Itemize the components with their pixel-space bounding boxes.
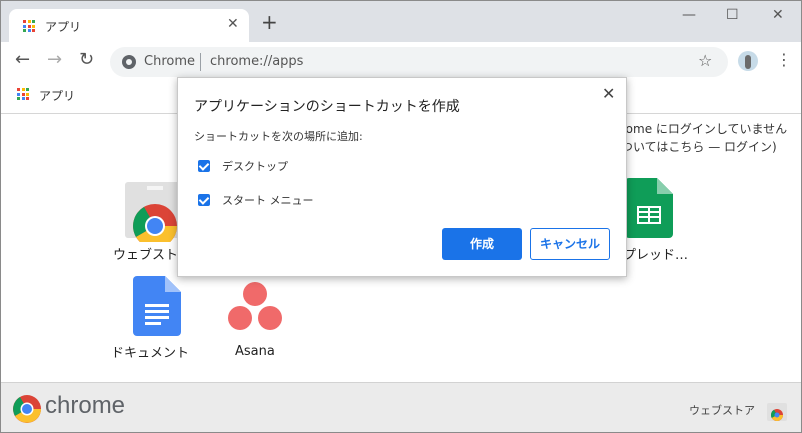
bookmark-star-icon[interactable]: ☆: [698, 51, 712, 70]
tab-apps[interactable]: アプリ ✕: [9, 9, 249, 42]
site-info-icon[interactable]: [122, 55, 136, 69]
address-bar[interactable]: Chrome chrome://apps ☆: [110, 47, 728, 77]
reload-button[interactable]: ↻: [79, 50, 94, 70]
profile-avatar[interactable]: [738, 51, 758, 71]
dialog-subtitle: ショートカットを次の場所に追加:: [194, 130, 363, 143]
google-docs-icon: [133, 276, 181, 336]
app-label: ドキュメント: [111, 346, 190, 361]
app-sheets[interactable]: プレッド…: [621, 178, 701, 268]
chrome-wordmark: chrome: [45, 392, 126, 419]
window-close-button[interactable]: ✕: [772, 7, 784, 23]
bookmark-apps-link[interactable]: アプリ: [39, 87, 75, 104]
signin-line-2[interactable]: ついてはこちら — ログイン): [621, 138, 787, 156]
create-shortcut-dialog: アプリケーションのショートカットを作成 ✕ ショートカットを次の場所に追加: デ…: [177, 77, 627, 277]
forward-button[interactable]: →: [47, 50, 62, 70]
startmenu-checkbox-label[interactable]: スタート メニュー: [222, 192, 314, 208]
desktop-checkbox[interactable]: [198, 160, 210, 172]
page-footer: chrome ウェブストア: [1, 382, 801, 432]
dialog-title: アプリケーションのショートカットを作成: [194, 99, 460, 115]
tab-close-icon[interactable]: ✕: [227, 16, 239, 32]
url-text[interactable]: chrome://apps: [210, 54, 303, 69]
signin-line-1: rome にログインしていません: [621, 122, 788, 136]
app-label: プレッド…: [623, 248, 689, 263]
dialog-close-icon[interactable]: ✕: [602, 84, 615, 103]
menu-kebab-icon[interactable]: ⋮: [776, 50, 792, 69]
omnibox-divider: [200, 53, 201, 71]
new-tab-button[interactable]: +: [261, 12, 278, 32]
browser-window: アプリ ✕ + — ☐ ✕ ← → ↻ Chrome chrome://apps…: [0, 0, 802, 433]
back-button[interactable]: ←: [15, 50, 30, 70]
web-store-icon[interactable]: [767, 401, 787, 421]
tab-strip: アプリ ✕ + — ☐ ✕: [1, 1, 801, 42]
asana-icon: [228, 282, 282, 330]
app-label: Asana: [235, 344, 275, 359]
signin-notice: rome にログインしていません ついてはこちら — ログイン): [621, 120, 787, 156]
apps-grid-icon[interactable]: [17, 88, 29, 100]
tab-title: アプリ: [45, 20, 82, 34]
startmenu-checkbox[interactable]: [198, 194, 210, 206]
desktop-checkbox-label[interactable]: デスクトップ: [222, 158, 288, 174]
chrome-logo-icon: [13, 395, 41, 423]
apps-grid-icon: [23, 20, 35, 32]
app-docs[interactable]: ドキュメント: [111, 274, 201, 364]
google-sheets-icon: [625, 178, 673, 238]
toolbar: ← → ↻ Chrome chrome://apps ☆ ⋮: [1, 42, 801, 80]
app-label: ウェブスト: [113, 248, 179, 263]
web-store-link[interactable]: ウェブストア: [689, 402, 755, 418]
create-button[interactable]: 作成: [442, 228, 522, 260]
minimize-button[interactable]: —: [682, 7, 696, 23]
app-asana[interactable]: Asana: [223, 274, 287, 364]
scheme-chip: Chrome: [144, 54, 195, 69]
maximize-button[interactable]: ☐: [726, 7, 739, 23]
cancel-button[interactable]: キャンセル: [530, 228, 610, 260]
